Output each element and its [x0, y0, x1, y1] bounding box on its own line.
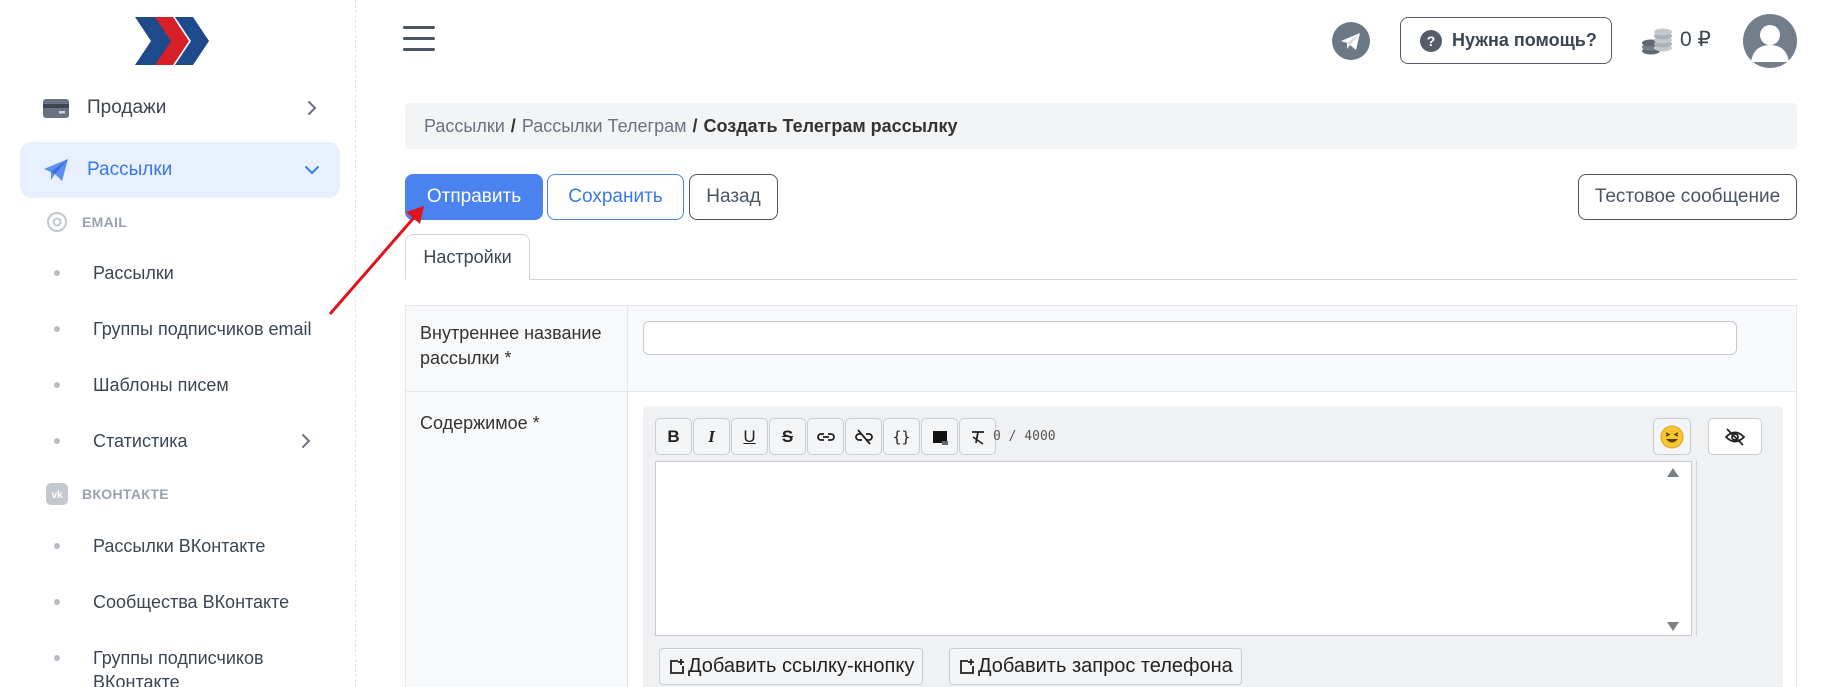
sub-item-label: Сообщества ВКонтакте — [93, 592, 290, 612]
breadcrumb-current: Создать Телеграм рассылку — [703, 115, 958, 136]
balance-value[interactable]: 0 ₽ — [1680, 27, 1711, 52]
link-icon — [816, 432, 835, 441]
scroll-down-icon[interactable] — [1667, 622, 1679, 631]
coins-icon[interactable] — [1640, 24, 1674, 58]
char-counter: 0 / 4000 — [993, 429, 1056, 444]
mailing-form: Внутреннее название рассылки * Содержимо… — [405, 305, 1797, 687]
chevron-right-icon — [308, 101, 317, 115]
bold-button[interactable]: B — [655, 418, 692, 455]
bullet — [54, 326, 60, 332]
internal-name-input[interactable] — [643, 321, 1737, 355]
internal-name-label: Внутреннее название рассылки * — [420, 321, 602, 371]
add-link-icon — [670, 658, 684, 674]
breadcrumb-separator: / — [510, 115, 516, 136]
menu-toggle-icon[interactable] — [403, 26, 435, 56]
card-icon — [43, 99, 69, 118]
breadcrumb: Рассылки / Рассылки Телеграм / Создать Т… — [405, 103, 1797, 149]
chevron-down-icon — [305, 166, 319, 175]
test-message-button[interactable]: Тестовое сообщение — [1578, 174, 1797, 220]
spoiler-button[interactable] — [921, 418, 958, 455]
add-phone-icon — [960, 658, 974, 674]
chevron-right-icon — [302, 434, 311, 448]
sidebar-item-label: Продажи — [87, 97, 167, 118]
paper-plane-icon — [44, 159, 68, 181]
content-label: Содержимое * — [420, 413, 540, 433]
bullet — [54, 438, 60, 444]
send-button[interactable]: Отправить — [405, 174, 543, 220]
breadcrumb-link-telegram-mailings[interactable]: Рассылки Телеграм — [522, 116, 687, 137]
at-icon — [47, 212, 67, 232]
tab-settings[interactable]: Настройки — [405, 234, 530, 280]
unlink-icon — [854, 428, 873, 445]
strikethrough-button[interactable]: S — [769, 418, 806, 455]
bullet — [54, 382, 60, 388]
message-editor: B I U S {} 0 / 4000 Добавить ссылку-кноп… — [643, 406, 1783, 687]
spoiler-block-icon — [932, 430, 948, 445]
sub-item-label: Рассылки — [93, 263, 174, 283]
question-icon: ? — [1420, 29, 1442, 52]
sidebar-item-sales[interactable]: Продажи — [20, 80, 340, 136]
editor-divider — [1696, 461, 1697, 636]
section-label: ВКОНТАКТЕ — [82, 486, 169, 502]
add-phone-request-button[interactable]: Добавить запрос телефона — [949, 648, 1242, 685]
breadcrumb-link-mailings[interactable]: Рассылки — [424, 116, 505, 137]
sub-item-label: Шаблоны писем — [93, 375, 229, 395]
add-link-button[interactable]: Добавить ссылку-кнопку — [659, 648, 924, 685]
clear-format-icon — [971, 430, 984, 445]
clear-format-button[interactable] — [959, 418, 996, 455]
link-button[interactable] — [807, 418, 844, 455]
user-avatar-icon[interactable] — [1743, 14, 1797, 68]
bullet — [54, 270, 60, 276]
sub-item-label: Статистика — [93, 431, 188, 451]
app-root: Продажи Рассылки EMAIL Рассылки Группы п… — [0, 0, 1821, 687]
emoji-icon — [1660, 425, 1684, 448]
section-label: EMAIL — [82, 214, 128, 230]
sub-item-label: Группы подписчиков email — [93, 319, 312, 339]
save-button[interactable]: Сохранить — [547, 174, 684, 220]
underline-button[interactable]: U — [731, 418, 768, 455]
brand-logo[interactable] — [135, 17, 215, 65]
sidebar-item-label: Рассылки — [87, 159, 173, 180]
sub-item-label: Группы подписчиков ВКонтакте — [93, 648, 264, 687]
bullet — [54, 655, 60, 661]
emoji-button[interactable] — [1653, 418, 1691, 455]
svg-text:vk: vk — [51, 490, 63, 501]
bullet — [54, 543, 60, 549]
add-link-label: Добавить ссылку-кнопку — [688, 655, 915, 677]
help-button[interactable]: ? Нужна помощь? — [1400, 17, 1612, 64]
vk-icon: vk — [46, 483, 68, 505]
scroll-up-icon[interactable] — [1667, 468, 1679, 477]
form-row-divider — [406, 391, 1796, 392]
italic-button[interactable]: I — [693, 418, 730, 455]
tabs-divider — [405, 279, 1797, 280]
eye-slash-icon — [1724, 427, 1746, 446]
telegram-icon[interactable] — [1332, 22, 1370, 60]
bullet — [54, 599, 60, 605]
internal-name-label-line1: Внутреннее название — [420, 323, 602, 343]
internal-name-label-line2: рассылки * — [420, 348, 512, 368]
sidebar: Продажи Рассылки EMAIL Рассылки Группы п… — [0, 0, 356, 687]
code-button[interactable]: {} — [883, 418, 920, 455]
section-vk: vk ВКОНТАКТЕ — [46, 483, 169, 505]
section-email: EMAIL — [46, 211, 127, 233]
add-phone-label: Добавить запрос телефона — [978, 655, 1233, 677]
preview-toggle-button[interactable] — [1708, 418, 1762, 455]
back-button[interactable]: Назад — [689, 174, 778, 220]
help-button-label: Нужна помощь? — [1452, 30, 1597, 50]
breadcrumb-separator: / — [692, 115, 698, 136]
sidebar-item-mailings[interactable]: Рассылки — [20, 142, 340, 198]
sub-item-label: Рассылки ВКонтакте — [93, 536, 266, 556]
unlink-button[interactable] — [845, 418, 882, 455]
message-textarea[interactable] — [655, 461, 1692, 636]
